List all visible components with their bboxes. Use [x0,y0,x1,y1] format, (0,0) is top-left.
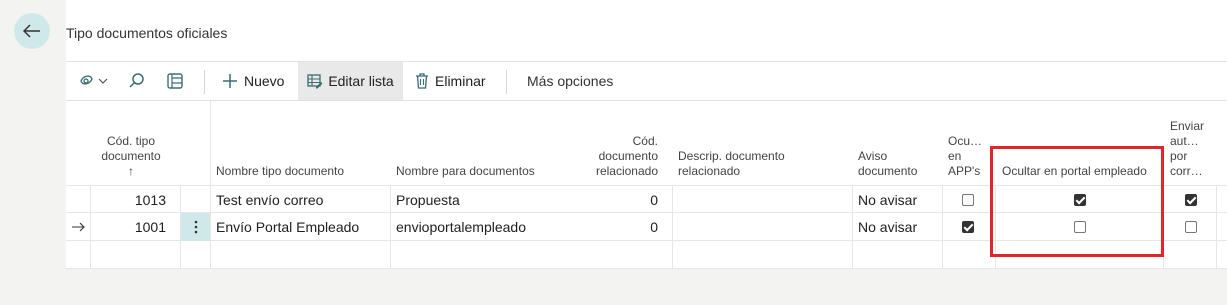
view-switch-button[interactable] [78,62,114,100]
footer-area [66,269,1227,305]
row-actions-button[interactable] [181,213,210,241]
search-icon [129,73,144,88]
cell-name[interactable]: Test envío correo [216,186,323,214]
col-related-code-label: Cód. documento relacionado [595,134,658,178]
filter-pane-icon [167,73,183,89]
more-options-button[interactable]: Más opciones [527,62,613,100]
col-doc-name-label: Nombre para documentos [396,164,535,178]
col-send-auto-label: Enviar aut… por corr… [1170,119,1205,178]
sort-asc-icon: ↑ [128,164,134,178]
col-hide-app-label: Ocu… en APP's [948,134,983,178]
cell-notice[interactable]: No avisar [858,186,917,214]
col-header-send-auto[interactable]: Enviar aut… por corr… [1170,101,1210,185]
new-button[interactable]: Nuevo [222,62,284,100]
cell-notice[interactable]: No avisar [858,213,917,241]
col-notice-label: Aviso documento [858,149,918,178]
col-header-related-code[interactable]: Cód. documento relacionado [586,101,658,185]
view-icon [80,75,108,85]
col-header-related-desc[interactable]: Descrip. documento relacionado [678,101,808,185]
new-label: Nuevo [244,73,285,89]
page: Tipo documentos oficiales Nuevo Editar l… [66,0,1227,305]
hide-app-checkbox[interactable] [962,194,974,206]
col-header-notice[interactable]: Aviso documento [858,101,928,185]
row-selected-arrow-icon [72,213,86,241]
highlight-box [990,146,1164,257]
col-header-hide-app[interactable]: Ocu… en APP's [948,101,988,185]
edit-list-button[interactable]: Editar lista [298,62,403,100]
cell-doc-name[interactable]: Propuesta [396,186,460,214]
search-button[interactable] [128,62,152,100]
cell-related-code[interactable]: 0 [586,186,658,214]
col-header-code[interactable]: Cód. tipo documento ↑ [90,101,180,185]
more-vertical-icon [194,220,197,234]
filter-pane-button[interactable] [166,62,190,100]
col-header-name[interactable]: Nombre tipo documento [216,101,386,185]
col-related-desc-label: Descrip. documento relacionado [678,149,785,178]
plus-icon [223,74,237,88]
cell-related-code[interactable]: 0 [586,213,658,241]
edit-list-label: Editar lista [328,73,394,89]
col-header-doc-name[interactable]: Nombre para documentos [396,101,596,185]
delete-button[interactable]: Eliminar [415,62,486,100]
col-code-label: Cód. tipo documento [101,134,161,163]
arrow-left-icon [23,24,40,38]
hide-app-checkbox[interactable] [962,221,974,233]
page-title: Tipo documentos oficiales [66,25,228,41]
send-auto-checkbox[interactable] [1185,194,1197,206]
action-bar: Nuevo Editar lista Eliminar Más opciones [66,61,1227,101]
cell-name[interactable]: Envío Portal Empleado [216,213,359,241]
cell-code[interactable]: 1001 [90,213,166,241]
back-button[interactable] [14,13,50,49]
delete-label: Eliminar [435,73,486,89]
edit-list-icon [307,74,323,89]
cell-code[interactable]: 1013 [90,186,166,214]
send-auto-checkbox[interactable] [1185,221,1197,233]
trash-icon [416,73,428,89]
cell-doc-name[interactable]: envioportalempleado [396,213,526,241]
more-options-label: Más opciones [527,73,614,89]
col-name-label: Nombre tipo documento [216,164,345,178]
